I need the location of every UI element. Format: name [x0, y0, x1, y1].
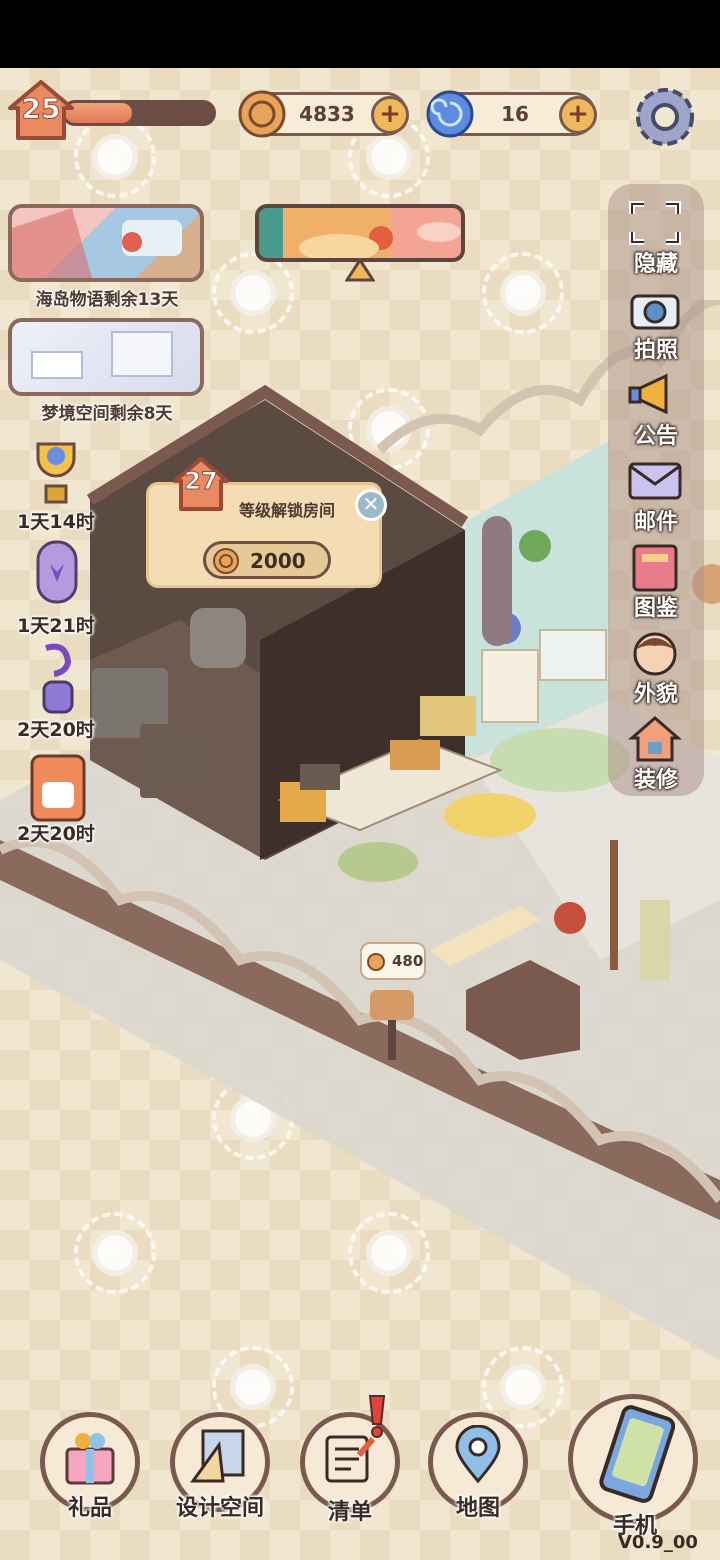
xp-bar — [62, 100, 216, 126]
hide-label: 隐藏 — [633, 252, 678, 277]
renovate-button[interactable]: 装修 — [608, 710, 704, 796]
sun-decoration — [482, 1346, 564, 1428]
megaphone-icon — [628, 373, 668, 415]
coat-rack — [610, 840, 618, 970]
event-island-story[interactable] — [8, 204, 204, 282]
timer-cat-bag[interactable]: 2天20时 — [6, 740, 106, 845]
timer-label: 1天21时 — [17, 615, 95, 637]
mailbox-coins-bubble[interactable]: 480 — [360, 942, 426, 980]
unlock-cost: 2000 — [250, 549, 306, 573]
mushroom-lamp — [554, 902, 586, 934]
catalog-label: 图鉴 — [633, 596, 678, 621]
player-level: 25 — [21, 92, 61, 126]
timer-label: 1天14时 — [17, 511, 95, 533]
arched-window — [482, 516, 512, 646]
boxes — [140, 724, 220, 798]
lemon-rug — [444, 793, 536, 837]
event-island-label: 海岛物语剩余13天 — [35, 290, 179, 310]
goods-oven — [300, 764, 340, 790]
map-pin-icon — [455, 1425, 501, 1484]
gem-counter: 16 + — [426, 90, 597, 138]
required-level: 27 — [184, 467, 218, 496]
mail-button[interactable]: 邮件 — [608, 452, 704, 538]
sunset-icon — [299, 222, 461, 258]
counter — [539, 629, 607, 681]
mail-label: 邮件 — [633, 510, 678, 535]
sun-decoration — [212, 1346, 294, 1428]
coin-icon — [238, 90, 286, 138]
renovate-house-icon — [627, 716, 683, 762]
phone-icon — [599, 1405, 675, 1503]
level-indicator[interactable]: 25 — [6, 78, 216, 144]
unlock-cost-button[interactable]: 2000 — [203, 541, 331, 579]
version-label: V0.9_00 — [618, 1532, 698, 1553]
appearance-label: 外貌 — [633, 682, 678, 707]
dresser — [481, 649, 539, 723]
room-unlock-popup[interactable]: 27 等级解锁房间 ✕ 2000 — [146, 457, 387, 588]
avatar-icon — [633, 632, 677, 676]
camera-icon — [630, 294, 680, 330]
event-dream-label: 梦境空间剩余8天 — [41, 404, 173, 424]
coin-amount: 4833 — [299, 102, 355, 126]
cat-bag-icon — [30, 754, 86, 822]
notice-label: 公告 — [633, 424, 678, 449]
event-dream-space[interactable] — [8, 318, 204, 396]
hide-button[interactable]: 隐藏 — [608, 194, 704, 280]
weather-pointer-icon — [345, 258, 375, 282]
photo-button[interactable]: 拍照 — [608, 280, 704, 366]
swirl-gem-icon — [426, 90, 474, 138]
unlock-title: 等级解锁房间 — [239, 501, 336, 520]
close-popup-button[interactable]: ✕ — [355, 489, 387, 521]
butterfly-jar-icon — [36, 540, 78, 604]
design-tools-icon — [190, 1429, 245, 1483]
design-space-label: 设计空间 — [175, 1496, 264, 1521]
paper-lantern — [640, 900, 670, 980]
green-half-rug — [338, 842, 418, 882]
timer-perfume[interactable]: 2天20时 — [6, 636, 106, 741]
catalog-book-icon — [632, 544, 678, 592]
dream-space-thumbnail — [31, 331, 173, 379]
gift-label: 礼品 — [67, 1496, 112, 1521]
island-story-thumbnail — [12, 208, 182, 278]
mail-icon — [628, 462, 682, 500]
phone-button[interactable] — [568, 1394, 698, 1524]
coin-icon — [367, 953, 385, 971]
weather-forecast-card[interactable] — [255, 204, 465, 262]
goods-jars — [420, 696, 476, 736]
timer-butterfly-jar[interactable]: 1天21时 — [6, 532, 106, 637]
notice-button[interactable]: 公告 — [608, 366, 704, 452]
toilet — [190, 608, 246, 668]
goods-bread — [390, 740, 440, 770]
checklist-label: 清单 — [327, 1500, 372, 1525]
timer-label: 2天20时 — [17, 823, 95, 845]
map-label: 地图 — [455, 1496, 500, 1521]
coin-icon — [213, 548, 239, 574]
trophy-icon — [36, 442, 76, 504]
mailbox-amount: 480 — [392, 952, 424, 970]
photo-label: 拍照 — [633, 338, 678, 363]
side-menu: 隐藏 拍照 公告 邮件 图鉴 外貌 装修 — [608, 184, 704, 796]
hide-frame-icon — [629, 201, 681, 245]
add-coins-button[interactable]: + — [371, 96, 409, 134]
appearance-button[interactable]: 外貌 — [608, 624, 704, 710]
renovate-label: 装修 — [633, 768, 678, 793]
mailbox — [370, 990, 414, 1020]
add-gems-button[interactable]: + — [559, 96, 597, 134]
settings-gear-icon[interactable] — [630, 84, 700, 150]
timer-trophy[interactable]: 1天14时 — [6, 428, 106, 533]
coin-counter: 4833 + — [238, 90, 409, 138]
hanging-plant — [519, 530, 551, 562]
timer-label: 2天20时 — [17, 719, 95, 741]
gift-icon — [65, 1433, 115, 1485]
alert-exclamation-icon — [368, 1395, 386, 1438]
status-bar — [0, 0, 720, 68]
gem-amount: 16 — [501, 102, 529, 126]
catalog-button[interactable]: 图鉴 — [608, 538, 704, 624]
perfume-bottle-icon — [42, 643, 74, 714]
